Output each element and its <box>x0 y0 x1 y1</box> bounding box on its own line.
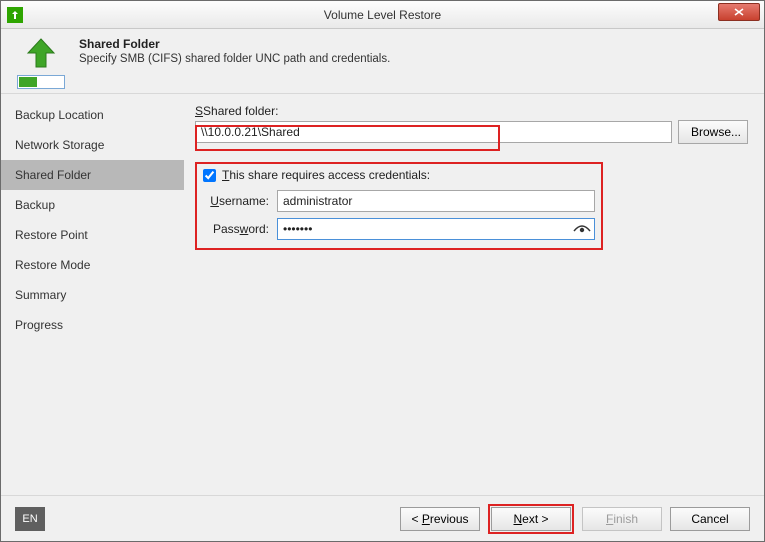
browse-button[interactable]: Browse... <box>678 120 748 144</box>
shared-folder-label: SShared folder: <box>195 104 748 118</box>
window: Volume Level Restore Shared Folder Speci… <box>0 0 765 542</box>
nav-backup-location[interactable]: Backup Location <box>1 100 184 130</box>
window-title: Volume Level Restore <box>324 8 441 22</box>
cancel-button[interactable]: Cancel <box>670 507 750 531</box>
nav-progress[interactable]: Progress <box>1 310 184 340</box>
page-title: Shared Folder <box>79 37 390 51</box>
close-button[interactable] <box>718 3 760 21</box>
nav-restore-mode[interactable]: Restore Mode <box>1 250 184 280</box>
nav-backup[interactable]: Backup <box>1 190 184 220</box>
nav-shared-folder[interactable]: Shared Folder <box>1 160 184 190</box>
requires-creds-row[interactable]: This share requires access credentials: <box>203 168 595 182</box>
upload-arrow-icon <box>22 37 60 69</box>
wizard-body: Backup Location Network Storage Shared F… <box>1 93 764 495</box>
wizard-footer: EN < Previous Next > Finish Cancel <box>1 495 764 541</box>
language-indicator[interactable]: EN <box>15 507 45 531</box>
shared-folder-input[interactable] <box>195 121 672 143</box>
requires-creds-checkbox[interactable] <box>203 169 216 182</box>
storage-bar-icon <box>17 75 65 89</box>
password-label: Password: <box>203 222 269 236</box>
wizard-icon <box>15 37 67 89</box>
previous-button[interactable]: < Previous <box>400 507 480 531</box>
page-subtitle: Specify SMB (CIFS) shared folder UNC pat… <box>79 53 390 65</box>
nav-summary[interactable]: Summary <box>1 280 184 310</box>
form-panel: SShared folder: Browse... This share req… <box>185 94 764 495</box>
username-input[interactable] <box>277 190 595 212</box>
app-icon <box>7 7 23 23</box>
highlight-next: Next > <box>488 504 574 534</box>
nav-network-storage[interactable]: Network Storage <box>1 130 184 160</box>
password-input[interactable] <box>277 218 595 240</box>
titlebar: Volume Level Restore <box>1 1 764 29</box>
highlight-credentials: This share requires access credentials: … <box>195 162 603 250</box>
wizard-header: Shared Folder Specify SMB (CIFS) shared … <box>1 29 764 93</box>
wizard-nav: Backup Location Network Storage Shared F… <box>1 94 185 495</box>
reveal-password-icon[interactable] <box>573 221 591 237</box>
finish-button: Finish <box>582 507 662 531</box>
username-label: Username: <box>203 194 269 208</box>
nav-restore-point[interactable]: Restore Point <box>1 220 184 250</box>
next-button[interactable]: Next > <box>491 507 571 531</box>
